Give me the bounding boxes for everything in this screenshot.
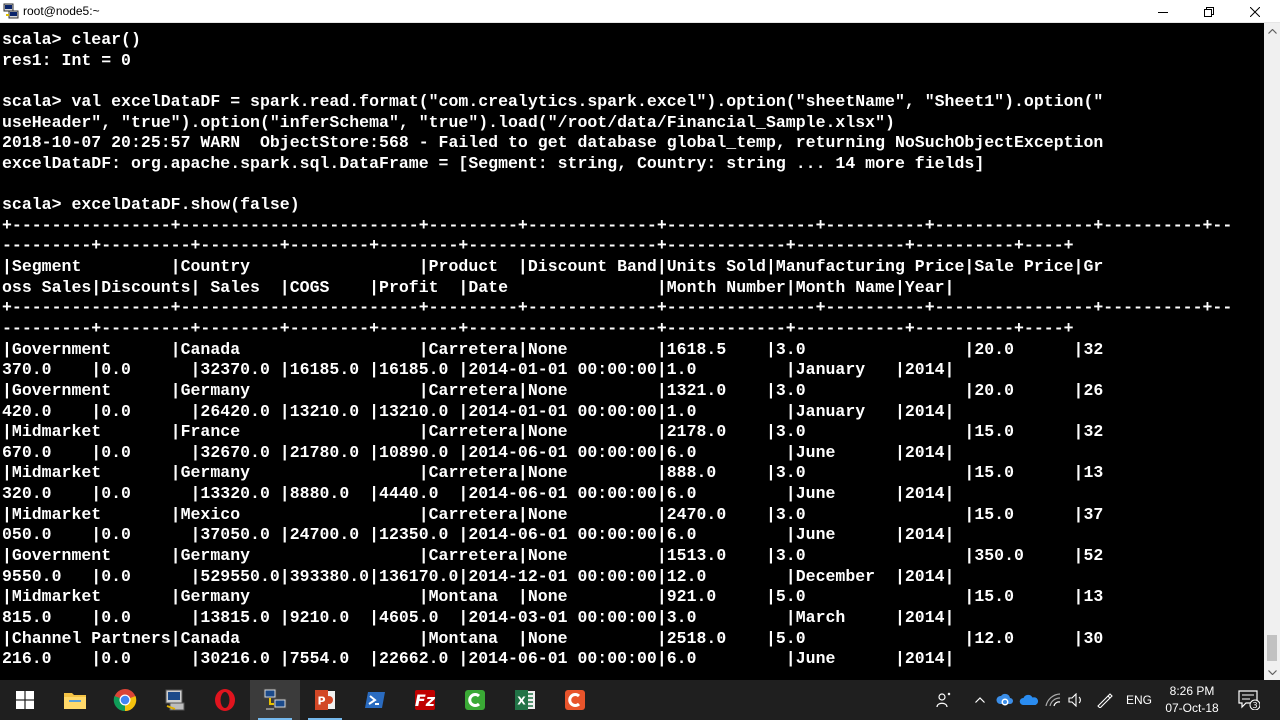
terminal-line: 815.0 |0.0 |13815.0 |9210.0 |4605.0 |201… [2,607,955,627]
filezilla-icon: Fz [415,690,436,710]
chevron-up-icon [1267,28,1277,34]
terminal-line: 320.0 |0.0 |13320.0 |8880.0 |4440.0 |201… [2,484,955,504]
taskbar-powerpoint[interactable]: P [300,680,350,720]
taskbar-putty-app[interactable] [150,680,200,720]
notification-count: 3 [1252,701,1257,710]
window-titlebar[interactable]: root@node5:~ [0,0,1280,23]
terminal-output[interactable]: scala> clear() res1: Int = 0 scala> val ex… [0,23,1264,680]
terminal-line: useHeader", "true").option("inferSchema"… [2,112,895,132]
terminal-line: |Government |Germany |Carretera|None |15… [2,546,1104,566]
network-icon [263,688,287,710]
notification-icon: 3 [1238,690,1260,710]
volume-button[interactable] [1066,680,1088,720]
taskbar-file-explorer[interactable] [50,680,100,720]
svg-text:P: P [317,695,325,708]
clock-time: 8:26 PM [1169,684,1215,698]
taskbar: P Fz X ENG 8:26 PM 07-Oct-18 3 [0,680,1280,720]
terminal-line: |Segment |Country |Product |Discount Ban… [2,257,1104,277]
powershell-icon [365,692,385,708]
taskbar-network-terminal[interactable] [250,680,300,720]
powerpoint-icon: P [315,690,335,710]
scroll-down-button[interactable] [1264,664,1280,680]
onedrive-cloud-icon [1019,694,1039,705]
chevron-down-icon [1267,669,1277,675]
pen-workspace-button[interactable] [1094,680,1116,720]
terminal-line: oss Sales|Discounts| Sales |COGS |Profit… [2,277,955,297]
language-indicator: ENG [1125,693,1152,707]
terminal-line: 420.0 |0.0 |26420.0 |13210.0 |13210.0 |2… [2,401,955,421]
network-status-button[interactable] [1042,680,1064,720]
taskbar-filezilla[interactable]: Fz [400,680,450,720]
terminal-line: |Midmarket |Germany |Carretera|None |888… [2,463,1104,483]
taskbar-chrome[interactable] [100,680,150,720]
terminal-line: 216.0 |0.0 |30216.0 |7554.0 |22662.0 |20… [2,649,955,669]
terminal-line: |Midmarket |Germany |Montana |None |921.… [2,587,1104,607]
terminal-line: scala> excelDataDF.show(false) [2,195,300,215]
scrollbar-thumb[interactable] [1267,635,1277,661]
taskbar-camtasia-green[interactable] [450,680,500,720]
camtasia-green-icon [465,690,485,710]
taskbar-excel[interactable]: X [500,680,550,720]
scroll-up-button[interactable] [1264,23,1280,39]
window-title: root@node5:~ [23,4,100,18]
speaker-icon [1068,693,1081,707]
svg-text:Fz: Fz [415,691,436,710]
windows-logo-icon [16,691,34,709]
terminal-line: |Channel Partners|Canada |Montana |None … [2,628,1104,648]
start-button[interactable] [0,680,50,720]
terminal-line: ---------+---------+--------+--------+--… [2,318,1074,338]
people-icon [936,692,951,708]
terminal-line: +----------------+----------------------… [2,215,1233,235]
show-hidden-icons-button[interactable] [970,680,990,720]
terminal-line: 670.0 |0.0 |32670.0 |21780.0 |10890.0 |2… [2,442,955,462]
terminal-line: res1: Int = 0 [2,50,131,70]
close-button[interactable] [1232,0,1278,23]
terminal-line: scala> clear() [2,30,141,49]
terminal-text: scala> clear() res1: Int = 0 scala> val ex… [2,30,1232,670]
terminal-line: 050.0 |0.0 |37050.0 |24700.0 |12350.0 |2… [2,525,955,545]
close-icon [1250,6,1260,17]
minimize-button[interactable] [1140,0,1186,23]
restore-button[interactable] [1186,0,1232,23]
clock-date: 07-Oct-18 [1165,701,1219,715]
wifi-icon [1045,693,1061,707]
clock-button[interactable]: 8:26 PM 07-Oct-18 [1160,680,1224,720]
taskbar-powershell[interactable] [350,680,400,720]
taskbar-camtasia-orange[interactable] [550,680,600,720]
sync-cloud-icon [996,693,1013,706]
people-button[interactable] [930,680,960,720]
folder-icon [64,693,86,709]
input-language-button[interactable]: ENG [1122,680,1156,720]
putty-icon [165,689,185,711]
taskbar-opera[interactable] [200,680,250,720]
terminal-line: |Midmarket |Mexico |Carretera|None |2470… [2,504,1104,524]
terminal-line: +----------------+----------------------… [2,298,1233,318]
terminal-line: 9550.0 |0.0 |529550.0|393380.0|136170.0|… [2,566,955,586]
terminal-line: excelDataDF: org.apache.spark.sql.DataFr… [2,153,985,173]
svg-text:X: X [517,695,526,708]
terminal-line: |Government |Canada |Carretera|None |161… [2,339,1104,359]
onedrive-button[interactable] [1018,680,1040,720]
terminal-line: |Government |Germany |Carretera|None |13… [2,380,1104,400]
terminal-line: 2018-10-07 20:25:57 WARN ObjectStore:568… [2,133,1104,153]
restore-icon [1204,6,1214,17]
chrome-icon [113,689,137,712]
terminal-line: |Midmarket |France |Carretera|None |2178… [2,422,1104,442]
terminal-line: 370.0 |0.0 |32370.0 |16185.0 |16185.0 |2… [2,360,955,380]
tray-sync-button[interactable] [994,680,1016,720]
minimize-icon [1158,11,1168,13]
putty-terminal-icon [3,3,19,19]
camtasia-orange-icon [565,690,585,710]
terminal-line: ---------+---------+--------+--------+--… [2,236,1074,256]
opera-icon [215,689,235,711]
chevron-up-icon [975,697,985,703]
action-center-button[interactable]: 3 [1234,680,1264,720]
pen-icon [1097,693,1113,708]
vertical-scrollbar[interactable] [1264,23,1280,680]
excel-icon: X [515,690,535,710]
terminal-line: scala> val excelDataDF = spark.read.form… [2,91,1104,111]
